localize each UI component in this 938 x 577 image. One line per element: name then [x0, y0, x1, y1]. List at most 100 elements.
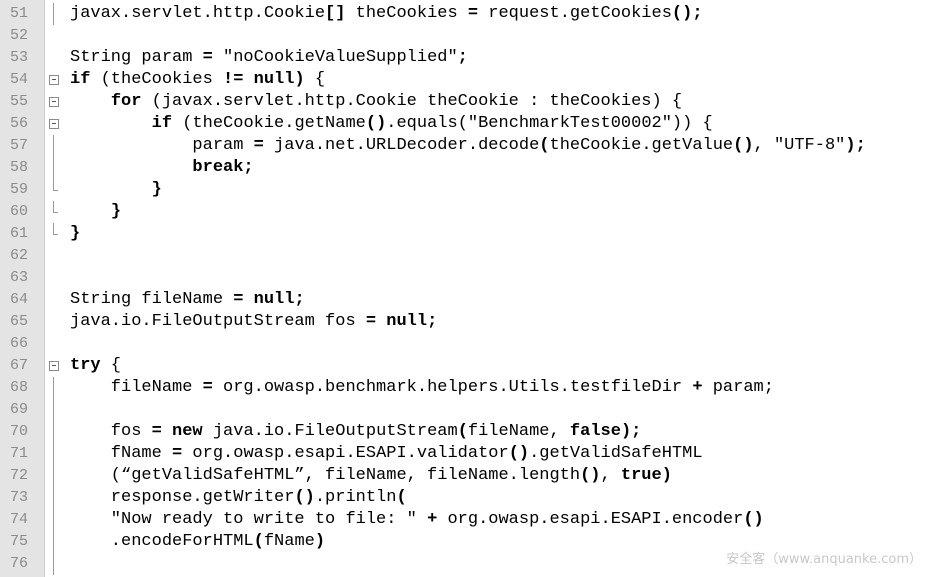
- code-line[interactable]: 72 (“getValidSafeHTML”, fileName, fileNa…: [0, 465, 938, 487]
- line-number: 75: [9, 533, 28, 550]
- code-token: .equals("BenchmarkTest00002")): [386, 114, 693, 133]
- code-token: (“getValidSafeHTML”, fileName, fileName.…: [70, 466, 581, 485]
- line-number: 66: [9, 335, 28, 352]
- code-token: javax.servlet.http.Cookie: [70, 4, 326, 23]
- code-token: param;: [702, 378, 774, 397]
- line-number: 68: [9, 379, 28, 396]
- fold-line-icon: [49, 135, 61, 157]
- code-token: java.net.URLDecoder.decode: [263, 136, 540, 155]
- line-number: 72: [9, 467, 28, 484]
- line-number: 74: [9, 511, 28, 528]
- code-line[interactable]: 53 String param = "noCookieValueSupplied"…: [0, 47, 938, 69]
- code-text: try {: [70, 355, 121, 377]
- code-token: java.io.FileOutputStream fos: [70, 312, 366, 331]
- code-line[interactable]: 69: [0, 399, 938, 421]
- code-line[interactable]: 57 param = java.net.URLDecoder.decode(th…: [0, 135, 938, 157]
- code-keyword-token: new: [172, 422, 203, 441]
- code-text: (“getValidSafeHTML”, fileName, fileName.…: [70, 465, 672, 487]
- code-keyword-token: +: [427, 510, 438, 529]
- code-keyword-token: null: [253, 70, 295, 89]
- code-line[interactable]: 52: [0, 25, 938, 47]
- code-line[interactable]: 62: [0, 245, 938, 267]
- fold-toggle-icon[interactable]: [49, 113, 61, 135]
- line-number: 53: [9, 49, 28, 66]
- code-token: ,: [600, 466, 621, 485]
- code-line[interactable]: 64 String fileName = null;: [0, 289, 938, 311]
- code-keyword-token: =: [365, 312, 377, 331]
- code-keyword-token: (: [396, 488, 407, 507]
- line-number: 64: [9, 291, 28, 308]
- code-keyword-token: ): [314, 532, 326, 551]
- code-line[interactable]: 68 fileName = org.owasp.benchmark.helper…: [0, 377, 938, 399]
- fold-line-icon: [49, 465, 61, 487]
- code-text: fileName = org.owasp.benchmark.helpers.U…: [70, 377, 774, 399]
- code-line[interactable]: 66: [0, 333, 938, 355]
- fold-toggle-icon[interactable]: [49, 355, 61, 377]
- code-keyword-token: if: [151, 114, 173, 133]
- code-line[interactable]: 65 java.io.FileOutputStream fos = null;: [0, 311, 938, 333]
- code-line[interactable]: 58 break;: [0, 157, 938, 179]
- code-line[interactable]: 71 fName = org.owasp.esapi.ESAPI.validat…: [0, 443, 938, 465]
- code-line[interactable]: 59 }: [0, 179, 938, 201]
- code-keyword-token: break;: [192, 158, 254, 177]
- code-editor[interactable]: 51 javax.servlet.http.Cookie[] theCookies…: [0, 0, 938, 577]
- code-line[interactable]: 73 response.getWriter().println(: [0, 487, 938, 509]
- code-text: for (javax.servlet.http.Cookie theCookie…: [70, 91, 682, 113]
- code-lines[interactable]: 51 javax.servlet.http.Cookie[] theCookies…: [0, 3, 938, 575]
- code-line[interactable]: 61}: [0, 223, 938, 245]
- code-line[interactable]: 67 try {: [0, 355, 938, 377]
- code-keyword-token: (: [253, 532, 264, 551]
- code-text: if (theCookies != null) {: [70, 69, 325, 91]
- line-number: 63: [9, 269, 28, 286]
- code-text: break;: [70, 157, 254, 179]
- code-token: "noCookieValueSupplied": [212, 48, 458, 67]
- code-keyword-token: =: [202, 48, 213, 67]
- code-keyword-token: false: [569, 422, 621, 441]
- code-line[interactable]: 60 }: [0, 201, 938, 223]
- code-line[interactable]: 55 for (javax.servlet.http.Cookie theCoo…: [0, 91, 938, 113]
- code-line[interactable]: 54 if (theCookies != null) {: [0, 69, 938, 91]
- fold-line-icon: [49, 377, 61, 399]
- code-token: (javax.servlet.http.Cookie theCookie : t…: [141, 92, 683, 111]
- fold-end-icon: [49, 201, 61, 223]
- fold-toggle-icon[interactable]: [49, 91, 61, 113]
- code-keyword-token: null;: [386, 312, 438, 331]
- fold-line-icon: [49, 509, 61, 531]
- code-keyword-token: =: [253, 136, 264, 155]
- code-keyword-token: (): [294, 488, 315, 507]
- fold-toggle-icon[interactable]: [49, 69, 61, 91]
- code-keyword-token: =: [467, 4, 479, 23]
- code-line[interactable]: 63: [0, 267, 938, 289]
- code-token: response.getWriter: [70, 488, 295, 507]
- code-line[interactable]: 70 fos = new java.io.FileOutputStream(fi…: [0, 421, 938, 443]
- code-token: request.getCookies: [478, 4, 672, 23]
- code-token: theCookie.getValue: [549, 136, 734, 155]
- code-token: java.io.FileOutputStream: [202, 422, 458, 441]
- code-token: {: [692, 114, 713, 133]
- code-token: {: [100, 356, 122, 375]
- code-keyword-token: ();: [671, 4, 703, 23]
- code-keyword-token: []: [325, 4, 346, 23]
- fold-end-icon: [49, 179, 61, 201]
- code-keyword-token: ): [661, 466, 672, 485]
- code-token: "Now ready to write to file: ": [70, 510, 428, 529]
- code-keyword-token: try: [70, 356, 101, 375]
- line-number: 60: [9, 203, 28, 220]
- fold-line-icon: [49, 443, 61, 465]
- code-keyword-token: ): [294, 70, 305, 89]
- fold-line-icon: [49, 157, 61, 179]
- line-number: 67: [9, 357, 28, 374]
- code-line[interactable]: 56 if (theCookie.getName().equals("Bench…: [0, 113, 938, 135]
- code-token: fName: [263, 532, 315, 551]
- code-line[interactable]: 51 javax.servlet.http.Cookie[] theCookies…: [0, 3, 938, 25]
- code-line[interactable]: 74 "Now ready to write to file: " + org.…: [0, 509, 938, 531]
- code-token: org.owasp.esapi.ESAPI.validator: [182, 444, 509, 463]
- code-keyword-token: for: [110, 92, 142, 111]
- code-keyword-token: =: [202, 378, 213, 397]
- code-token: fos: [70, 422, 152, 441]
- code-text: String param = "noCookieValueSupplied";: [70, 47, 468, 69]
- code-text: java.io.FileOutputStream fos = null;: [70, 311, 437, 333]
